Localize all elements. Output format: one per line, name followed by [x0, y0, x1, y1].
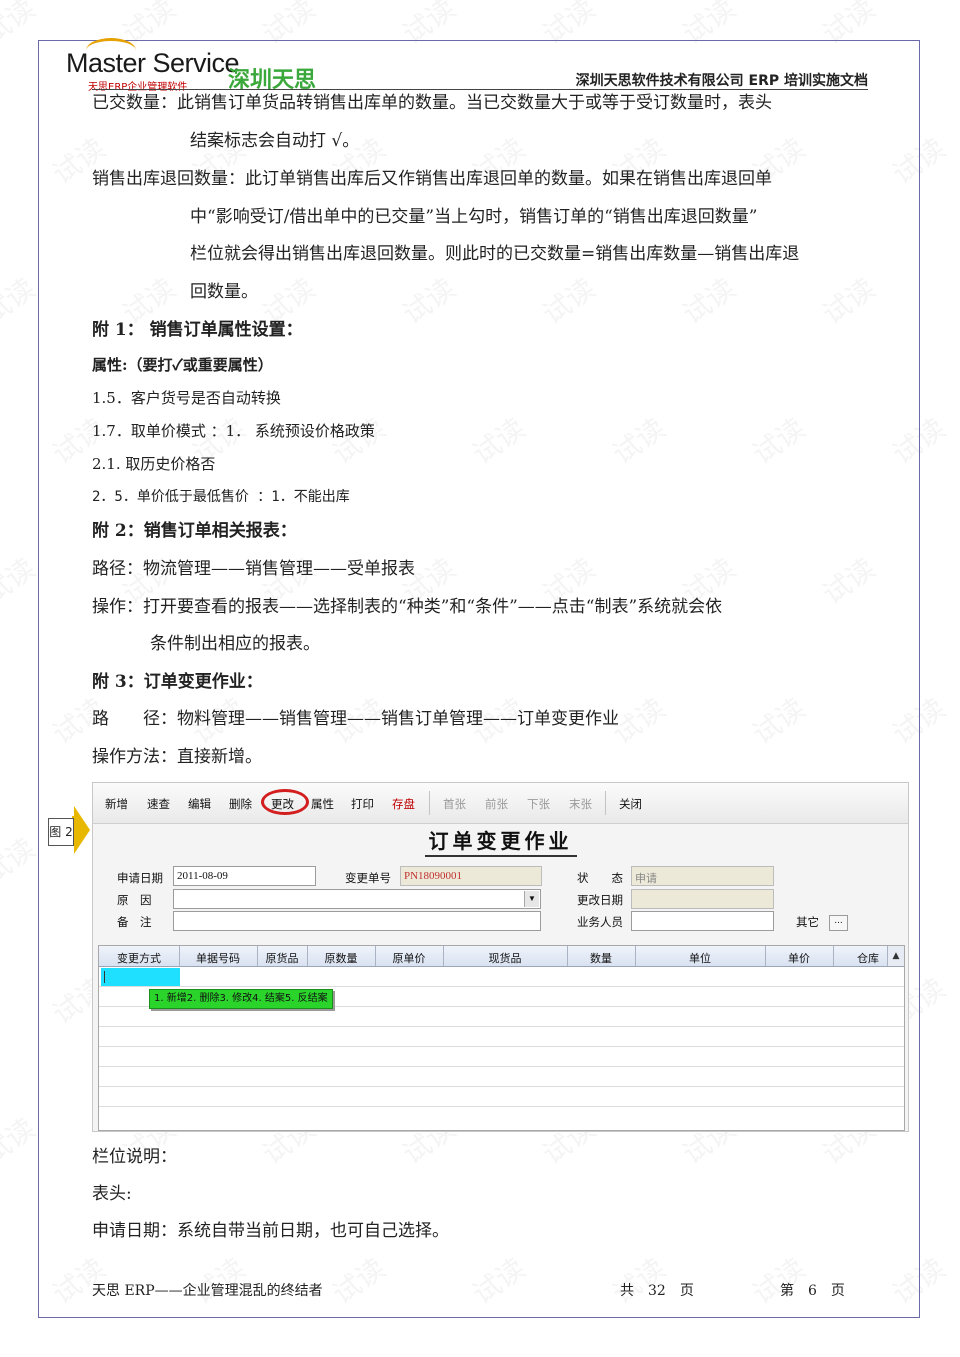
watermark-text: 试读: [0, 271, 42, 331]
reason-label: 原 因: [117, 893, 152, 907]
active-grid-cell[interactable]: [101, 968, 180, 986]
status-field[interactable]: 申请: [631, 866, 774, 886]
figure-label: 图 2: [48, 818, 74, 846]
appendix2-op-line2: 条件制出相应的报表。: [150, 634, 320, 654]
attribute-4: 2．5．单价低于最低售价 ：1．不能出库: [92, 489, 350, 505]
grid-row-line: [99, 986, 904, 987]
salesman-label: 业务人员: [577, 915, 623, 929]
toolbar-attributes-button[interactable]: 属性: [311, 796, 334, 812]
scroll-up-icon[interactable]: ▲: [887, 946, 904, 966]
detail-grid: 变更方式 单据号码 原货品 原数量 原单价 现货品 数量 单位 单价 仓库 ▲: [98, 945, 905, 1131]
watermark-text: 试读: [0, 0, 42, 51]
grid-col-orig-item[interactable]: 原货品: [257, 950, 307, 966]
header-rule: [92, 89, 868, 90]
grid-col-price[interactable]: 单价: [765, 950, 833, 966]
toolbar: 新增 速查 编辑 删除 更改 属性 打印 存盘 首张 前张 下张 末张 关闭: [93, 783, 908, 824]
toolbar-quick-search-button[interactable]: 速查: [147, 796, 170, 812]
salesman-field[interactable]: [631, 911, 774, 931]
logo-subtitle: 天思ERP企业管理软件: [88, 82, 188, 93]
toolbar-separator: [605, 791, 606, 815]
remark-label: 备 注: [117, 915, 152, 929]
form-title: 订单变更作业: [93, 825, 908, 857]
toolbar-close-button[interactable]: 关闭: [619, 796, 642, 812]
change-no-field[interactable]: PN18090001: [400, 866, 542, 886]
footer-slogan: 天思 ERP——企业管理混乱的终结者: [92, 1283, 323, 1299]
grid-col-change-type[interactable]: 变更方式: [99, 950, 179, 966]
appendix3-path-text: 物料管理——销售管理——销售订单管理——订单变更作业: [177, 709, 619, 729]
appendix3-path: 路 径：物料管理——销售管理——销售订单管理——订单变更作业: [92, 711, 619, 728]
order-change-screenshot: 新增 速查 编辑 删除 更改 属性 打印 存盘 首张 前张 下张 末张 关闭 订…: [92, 782, 909, 1132]
p1-line1: 已交数量：此销售订单货品转销售出库单的数量。当已交数量大于或等于受订数量时，表头: [92, 95, 772, 112]
p2-line4: 回数量。: [190, 282, 258, 302]
p1-text: 此销售订单货品转销售出库单的数量。当已交数量大于或等于受订数量时，表头: [177, 93, 772, 113]
appendix3-path-label: 路 径：: [92, 709, 177, 729]
form-title-text: 订单变更作业: [424, 829, 577, 857]
grid-header: 变更方式 单据号码 原货品 原数量 原单价 现货品 数量 单位 单价 仓库 ▲: [99, 946, 904, 967]
watermark-text: 试读: [0, 1111, 42, 1171]
grid-col-orig-price[interactable]: 原单价: [375, 950, 443, 966]
change-date-field[interactable]: [631, 889, 774, 909]
apply-date-description: 申请日期：系统自带当前日期，也可自己选择。: [92, 1221, 449, 1241]
appendix2-title: 附 2：销售订单相关报表：: [92, 521, 297, 541]
grid-row-line: [99, 1046, 904, 1047]
appendix3-op: 操作方法：直接新增。: [92, 747, 262, 767]
footer-total-pages: 共 32 页: [620, 1283, 694, 1299]
grid-row-line: [99, 1086, 904, 1087]
attribute-1: 1.5．客户货号是否自动转换: [92, 389, 281, 407]
toolbar-separator: [429, 791, 430, 815]
attribute-title: 属性:（要打✓或重要属性）: [92, 356, 273, 374]
toolbar-new-button[interactable]: 新增: [105, 796, 128, 812]
toolbar-next-button[interactable]: 下张: [527, 796, 550, 812]
remark-field[interactable]: [173, 911, 541, 931]
grid-col-orig-qty[interactable]: 原数量: [307, 950, 375, 966]
toolbar-edit-button[interactable]: 编辑: [188, 796, 211, 812]
toolbar-first-button[interactable]: 首张: [443, 796, 466, 812]
p2-text: 此订单销售出库后又作销售出库退回单的数量。如果在销售出库退回单: [245, 169, 772, 189]
p2-label: 销售出库退回数量：: [92, 169, 245, 189]
document-title: 深圳天思软件技术有限公司 ERP 培训实施文档: [575, 73, 868, 89]
toolbar-save-button[interactable]: 存盘: [392, 796, 415, 812]
grid-col-unit[interactable]: 单位: [635, 950, 765, 966]
appendix2-path: 路径：物流管理——销售管理——受单报表: [92, 559, 415, 579]
grid-row-line: [99, 1066, 904, 1067]
attribute-3: 2.1. 取历史价格否: [92, 455, 216, 473]
toolbar-previous-button[interactable]: 前张: [485, 796, 508, 812]
status-label: 状 态: [577, 871, 623, 885]
reason-field[interactable]: ▼: [173, 889, 541, 909]
highlight-circle: [261, 789, 309, 815]
change-no-label: 变更单号: [345, 871, 391, 885]
appendix1-title: 附 1： 销售订单属性设置：: [92, 320, 303, 340]
appendix2-op-line1: 操作：打开要查看的报表——选择制表的“种类”和“条件”——点击“制表”系统就会依: [92, 597, 723, 617]
grid-row-line: [99, 1106, 904, 1107]
chevron-down-icon[interactable]: ▼: [524, 891, 539, 907]
grid-col-new-item[interactable]: 现货品: [443, 950, 567, 966]
attribute-2: 1.7．取单价模式 ：1． 系统预设价格政策: [92, 422, 375, 440]
watermark-text: 试读: [0, 831, 42, 891]
p2-line1: 销售出库退回数量：此订单销售出库后又作销售出库退回单的数量。如果在销售出库退回单: [92, 171, 772, 188]
apply-date-field[interactable]: 2011-08-09: [173, 866, 316, 886]
toolbar-last-button[interactable]: 末张: [569, 796, 592, 812]
watermark-text: 试读: [0, 551, 42, 611]
other-label: 其它: [796, 915, 819, 929]
more-options-button[interactable]: ...: [829, 915, 848, 931]
p1-label: 已交数量：: [92, 93, 177, 113]
toolbar-print-button[interactable]: 打印: [351, 796, 374, 812]
logo-brand: Master Service: [66, 48, 240, 78]
grid-col-doc-no[interactable]: 单据号码: [179, 950, 257, 966]
p2-line3: 栏位就会得出销售出库退回数量。则此时的已交数量=销售出库数量—销售出库退: [190, 244, 800, 264]
footer-page-number: 第 6 页: [780, 1283, 845, 1299]
figure-arrow-icon: [74, 806, 90, 854]
change-type-tooltip: 1. 新增2. 删除3. 修改4. 结案5. 反结案: [149, 989, 333, 1009]
change-date-label: 更改日期: [577, 893, 623, 907]
header-section-label: 表头:: [92, 1184, 132, 1204]
grid-col-qty[interactable]: 数量: [567, 950, 635, 966]
apply-date-label: 申请日期: [117, 871, 163, 885]
field-description-title: 栏位说明：: [92, 1147, 177, 1167]
company-logo: Master Service 天思ERP企业管理软件 深圳天思: [64, 38, 344, 94]
appendix3-title: 附 3：订单变更作业：: [92, 672, 263, 692]
p2-line2: 中“影响受订/借出单中的已交量”当上勾时，销售订单的“销售出库退回数量”: [190, 207, 758, 227]
grid-row-line: [99, 1026, 904, 1027]
p1-line2: 结案标志会自动打 √。: [190, 131, 360, 151]
toolbar-delete-button[interactable]: 删除: [229, 796, 252, 812]
